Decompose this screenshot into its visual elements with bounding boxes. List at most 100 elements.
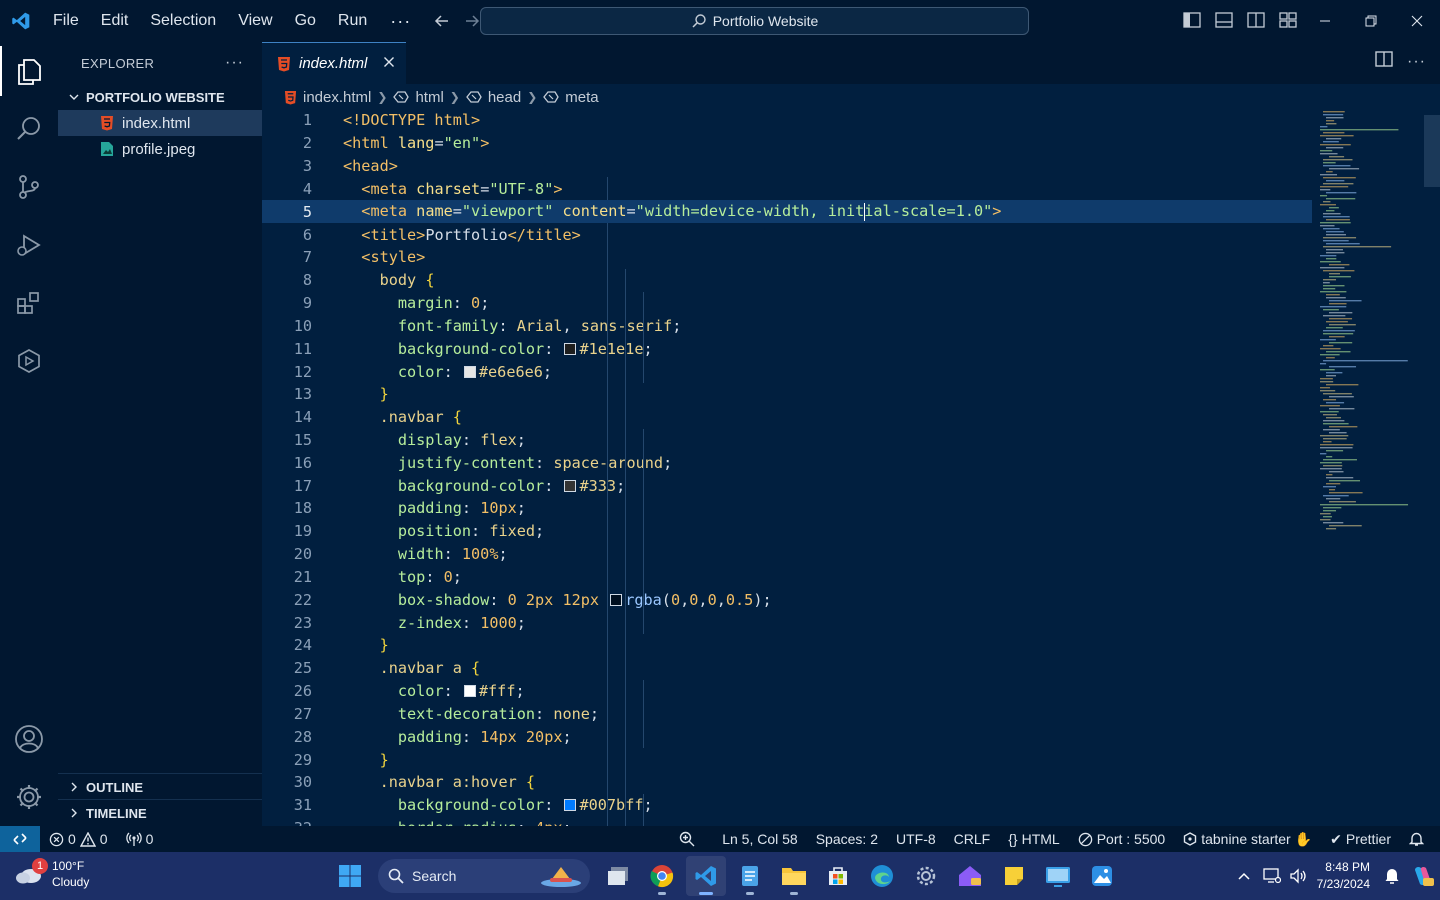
code-line[interactable]: 10 font-family: Arial, sans-serif; (262, 314, 1312, 338)
menu-file[interactable]: File (42, 6, 90, 36)
breadcrumb-file[interactable]: index.html (284, 89, 371, 106)
remote-desktop-icon[interactable] (1038, 856, 1078, 896)
close-window-button[interactable] (1394, 0, 1440, 42)
explorer-more-actions-icon[interactable]: ··· (225, 54, 244, 72)
chrome-icon[interactable] (642, 856, 682, 896)
volume-icon[interactable] (1285, 856, 1311, 896)
taskbar-search[interactable]: Search (378, 859, 590, 893)
run-debug-icon[interactable] (0, 216, 58, 274)
editor-more-actions-icon[interactable]: ··· (1407, 53, 1426, 71)
copilot-icon[interactable] (1406, 856, 1440, 896)
code-line[interactable]: 11 background-color: #1e1e1e; (262, 337, 1312, 361)
code-line[interactable]: 16 justify-content: space-around; (262, 451, 1312, 475)
file-item-index-html[interactable]: index.html (58, 110, 262, 136)
code-line[interactable]: 17 background-color: #333; (262, 474, 1312, 498)
toggle-panel-icon[interactable] (1212, 8, 1236, 32)
extensions-icon[interactable] (0, 274, 58, 332)
microsoft-store-icon[interactable] (818, 856, 858, 896)
menu-view[interactable]: View (227, 6, 283, 36)
close-tab-icon[interactable] (383, 55, 395, 73)
color-swatch[interactable] (463, 685, 476, 698)
code-line[interactable]: 6 <title>Portfolio</title> (262, 223, 1312, 246)
code-editor[interactable]: 1 <!DOCTYPE html> 2 <html lang="en"> 3 <hea… (262, 109, 1312, 826)
breadcrumb-head[interactable]: head (466, 89, 521, 106)
code-line[interactable]: 30 .navbar a:hover { (262, 771, 1312, 794)
notifications-bell-icon[interactable] (1400, 826, 1440, 852)
system-clock[interactable]: 8:48 PM 7/23/2024 (1311, 859, 1378, 893)
network-icon[interactable] (1259, 856, 1285, 896)
code-line[interactable]: 31 background-color: #007bff; (262, 793, 1312, 817)
file-item-profile-jpeg[interactable]: profile.jpeg (58, 136, 262, 162)
code-line[interactable]: 8 body { (262, 268, 1312, 292)
outline-section[interactable]: OUTLINE (58, 773, 262, 800)
menu-selection[interactable]: Selection (139, 6, 227, 36)
start-button[interactable] (330, 856, 370, 896)
code-line[interactable]: 27 text-decoration: none; (262, 702, 1312, 726)
code-line[interactable]: 32 border-radius: 4px; (262, 816, 1312, 826)
scrollbar-thumb[interactable] (1424, 115, 1440, 187)
indentation-indicator[interactable]: Spaces: 2 (807, 826, 887, 852)
code-line[interactable]: 19 position: fixed; (262, 519, 1312, 543)
minimize-button[interactable] (1302, 0, 1348, 42)
menu-go[interactable]: Go (284, 6, 327, 36)
code-line[interactable]: 20 width: 100%; (262, 542, 1312, 566)
file-explorer-icon[interactable] (774, 856, 814, 896)
photos-icon[interactable] (1082, 856, 1122, 896)
menu-edit[interactable]: Edit (90, 6, 140, 36)
code-line[interactable]: 22 box-shadow: 0 2px 12px rgba(0,0,0,0.5… (262, 588, 1312, 612)
manage-gear-icon[interactable] (0, 768, 58, 826)
code-line[interactable]: 24 } (262, 634, 1312, 657)
weather-widget[interactable]: 1 100°F Cloudy (14, 858, 89, 890)
code-line[interactable]: 1 <!DOCTYPE html> (262, 109, 1312, 132)
code-line[interactable]: 14 .navbar { (262, 405, 1312, 429)
settings-icon[interactable] (906, 856, 946, 896)
command-center-search[interactable]: Portfolio Website (480, 7, 1029, 35)
more-menu-icon[interactable]: ··· (378, 11, 423, 32)
code-line[interactable]: 13 } (262, 382, 1312, 406)
sticky-notes-icon[interactable] (994, 856, 1034, 896)
back-arrow-icon[interactable] (427, 6, 457, 36)
source-control-icon[interactable] (0, 158, 58, 216)
code-line[interactable]: 21 top: 0; (262, 565, 1312, 589)
zoom-indicator[interactable] (670, 826, 704, 852)
code-line[interactable]: 28 padding: 14px 20px; (262, 725, 1312, 749)
vscode-taskbar-icon[interactable] (686, 856, 726, 896)
edge-icon[interactable] (862, 856, 902, 896)
color-swatch[interactable] (564, 342, 577, 355)
code-line[interactable]: 2 <html lang="en"> (262, 132, 1312, 155)
explorer-icon[interactable] (0, 42, 58, 100)
code-line-current[interactable]: 5 <meta name="viewport" content="width=d… (262, 200, 1312, 224)
problems-indicator[interactable]: 0 0 (40, 826, 117, 852)
code-line[interactable]: 29 } (262, 748, 1312, 772)
customize-layout-icon[interactable] (1276, 8, 1300, 32)
code-line[interactable]: 7 <style> (262, 245, 1312, 269)
restore-button[interactable] (1348, 0, 1394, 42)
code-line[interactable]: 25 .navbar a { (262, 656, 1312, 680)
color-swatch[interactable] (564, 799, 577, 812)
search-icon[interactable] (0, 100, 58, 158)
code-line[interactable]: 4 <meta charset="UTF-8"> (262, 177, 1312, 201)
remote-explorer-icon[interactable] (0, 332, 58, 390)
minimap[interactable] (1312, 109, 1424, 826)
timeline-section[interactable]: TIMELINE (58, 799, 262, 826)
toggle-secondary-sidebar-icon[interactable] (1244, 8, 1268, 32)
notification-bell-icon[interactable] (1378, 856, 1406, 896)
accounts-icon[interactable] (0, 710, 58, 768)
menu-run[interactable]: Run (327, 6, 378, 36)
color-swatch[interactable] (610, 593, 623, 606)
folder-section-header[interactable]: PORTFOLIO WEBSITE (58, 84, 262, 110)
notepad-icon[interactable] (730, 856, 770, 896)
show-hidden-icons-chevron-icon[interactable] (1229, 856, 1259, 896)
color-swatch[interactable] (564, 479, 577, 492)
split-editor-icon[interactable] (1375, 51, 1393, 72)
tabnine-status[interactable]: tabnine starter ✋ (1174, 826, 1321, 852)
live-server-port[interactable]: Port : 5500 (1069, 826, 1175, 852)
color-swatch[interactable] (463, 365, 476, 378)
code-line[interactable]: 3 <head> (262, 155, 1312, 178)
code-line[interactable]: 26 color: #fff; (262, 679, 1312, 703)
code-line[interactable]: 15 display: flex; (262, 428, 1312, 452)
toggle-primary-sidebar-icon[interactable] (1180, 8, 1204, 32)
tab-index-html[interactable]: index.html (262, 42, 406, 84)
cursor-position[interactable]: Ln 5, Col 58 (704, 826, 807, 852)
code-line[interactable]: 18 padding: 10px; (262, 497, 1312, 520)
